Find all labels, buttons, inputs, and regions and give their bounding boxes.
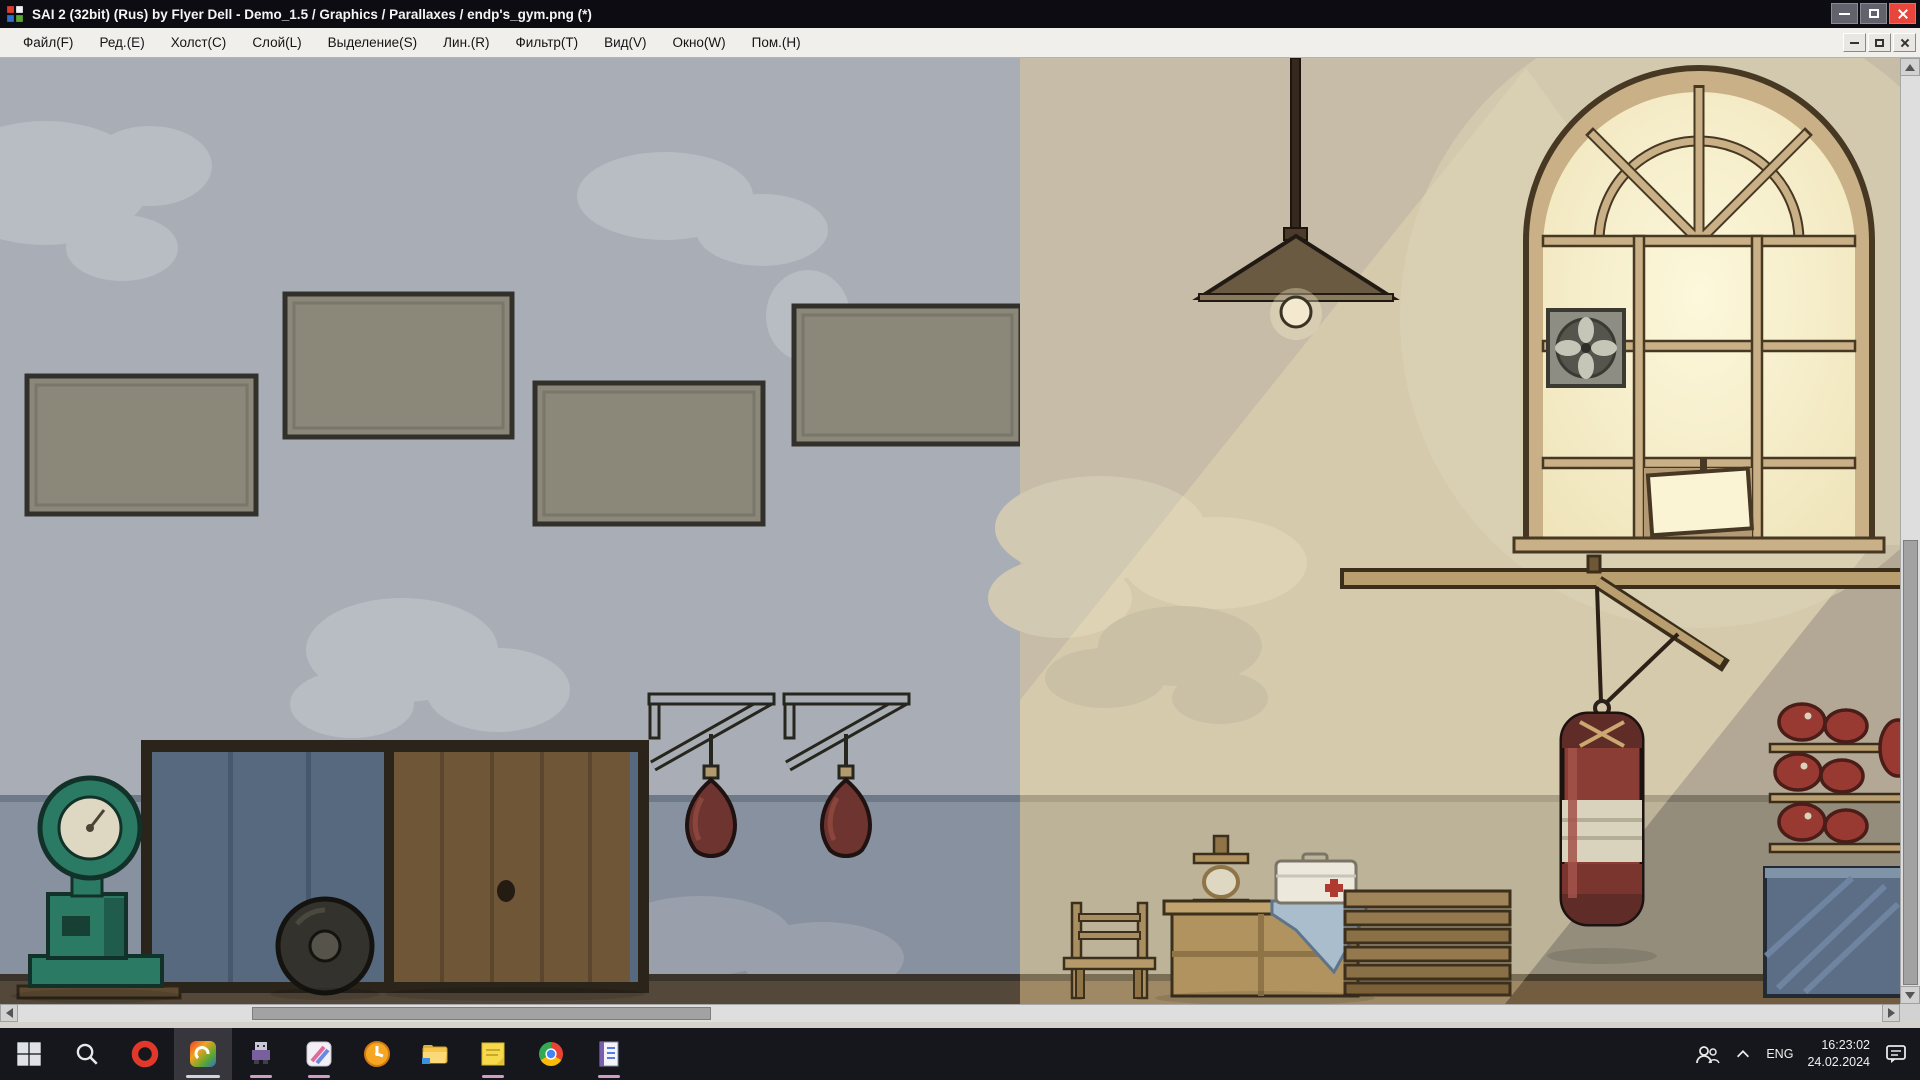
window-title: SAI 2 (32bit) (Rus) by Flyer Dell - Demo…: [32, 7, 592, 22]
punching-bag: [1562, 714, 1642, 924]
doc-minimize-button[interactable]: [1843, 33, 1866, 52]
vertical-scrollbar[interactable]: [1900, 58, 1920, 1004]
sai-app-icon: [6, 5, 24, 23]
desk: [1164, 901, 1366, 996]
maximize-button[interactable]: [1860, 3, 1887, 24]
notification-icon: [1884, 1043, 1908, 1065]
door: [141, 740, 649, 993]
taskbar-app-notes-document[interactable]: [580, 1028, 638, 1080]
gym-scene-image: [0, 58, 1900, 1004]
sticky-notes-icon: [478, 1039, 508, 1069]
search-icon: [74, 1041, 100, 1067]
open-window-pane: [1644, 457, 1752, 545]
up-arrow-icon: [1905, 64, 1915, 71]
menu-filter[interactable]: Фильтр(T): [503, 28, 592, 57]
doc-restore-button[interactable]: [1868, 33, 1891, 52]
menu-file[interactable]: Файл(F): [10, 28, 86, 57]
pixel-character-icon: [246, 1039, 276, 1069]
start-button[interactable]: [0, 1028, 58, 1080]
menu-window[interactable]: Окно(W): [660, 28, 739, 57]
running-indicator: [482, 1075, 504, 1078]
taskbar-app-explorer[interactable]: [406, 1028, 464, 1080]
bench: [1345, 891, 1510, 995]
chevron-up-icon: [1734, 1046, 1752, 1062]
menu-layer[interactable]: Слой(L): [239, 28, 314, 57]
minimize-icon: [1839, 13, 1850, 15]
horizontal-scrollbar[interactable]: [0, 1004, 1900, 1022]
weight-plate: [278, 899, 372, 993]
minimize-button[interactable]: [1831, 3, 1858, 24]
scroll-right-button[interactable]: [1882, 1004, 1900, 1022]
taskbar-app-sai2[interactable]: [174, 1028, 232, 1080]
people-button[interactable]: [1694, 1043, 1720, 1065]
window-fan: [1548, 310, 1624, 386]
menu-view[interactable]: Вид(V): [591, 28, 659, 57]
clock-app-icon: [362, 1039, 392, 1069]
document-app-icon: [594, 1039, 624, 1069]
horizontal-scroll-thumb[interactable]: [252, 1007, 711, 1020]
tray-date: 24.02.2024: [1807, 1054, 1870, 1071]
close-icon: [1900, 38, 1910, 48]
blue-table: [1765, 868, 1900, 996]
scroll-left-button[interactable]: [0, 1004, 18, 1022]
action-center-button[interactable]: [1884, 1043, 1908, 1065]
file-explorer-icon: [420, 1039, 450, 1069]
search-button[interactable]: [58, 1028, 116, 1080]
close-icon: [1897, 8, 1909, 20]
menu-help[interactable]: Пом.(H): [739, 28, 814, 57]
doc-close-button[interactable]: [1893, 33, 1916, 52]
taskbar: ENG 16:23:02 24.02.2024: [0, 1028, 1920, 1080]
taskbar-app-paint[interactable]: [290, 1028, 348, 1080]
menu-bar: Файл(F) Ред.(E) Холст(C) Слой(L) Выделен…: [0, 28, 1920, 58]
maximize-icon: [1869, 9, 1879, 18]
scroll-down-button[interactable]: [1900, 986, 1920, 1004]
menu-line[interactable]: Лин.(R): [430, 28, 502, 57]
tray-overflow-button[interactable]: [1734, 1046, 1752, 1062]
running-indicator: [250, 1075, 272, 1078]
down-arrow-icon: [1905, 992, 1915, 999]
taskbar-app-pixel-game[interactable]: [232, 1028, 290, 1080]
red-browser-icon: [130, 1039, 160, 1069]
canvas-viewport[interactable]: [0, 58, 1900, 1004]
minimize-icon: [1850, 42, 1859, 44]
windows-logo-icon: [16, 1041, 42, 1067]
title-bar: SAI 2 (32bit) (Rus) by Flyer Dell - Demo…: [0, 0, 1920, 28]
tray-time: 16:23:02: [1807, 1037, 1870, 1054]
paint-app-icon: [304, 1039, 334, 1069]
active-indicator: [186, 1075, 220, 1078]
taskbar-app-opera[interactable]: [116, 1028, 174, 1080]
chrome-icon: [536, 1039, 566, 1069]
left-arrow-icon: [6, 1008, 13, 1018]
taskbar-app-chrome[interactable]: [522, 1028, 580, 1080]
menu-edit[interactable]: Ред.(E): [86, 28, 157, 57]
taskbar-app-clock[interactable]: [348, 1028, 406, 1080]
scroll-up-button[interactable]: [1900, 58, 1920, 76]
close-button[interactable]: [1889, 3, 1916, 24]
menu-canvas[interactable]: Холст(C): [158, 28, 240, 57]
right-arrow-icon: [1888, 1008, 1895, 1018]
menu-selection[interactable]: Выделение(S): [315, 28, 431, 57]
sai2-icon: [188, 1039, 218, 1069]
running-indicator: [598, 1075, 620, 1078]
scrollbar-corner: [1900, 1004, 1920, 1022]
clock[interactable]: 16:23:02 24.02.2024: [1807, 1037, 1870, 1071]
vertical-scroll-thumb[interactable]: [1903, 540, 1918, 985]
people-icon: [1694, 1043, 1720, 1065]
restore-icon: [1875, 39, 1884, 47]
running-indicator: [308, 1075, 330, 1078]
language-indicator[interactable]: ENG: [1766, 1047, 1793, 1061]
taskbar-app-sticky-notes[interactable]: [464, 1028, 522, 1080]
